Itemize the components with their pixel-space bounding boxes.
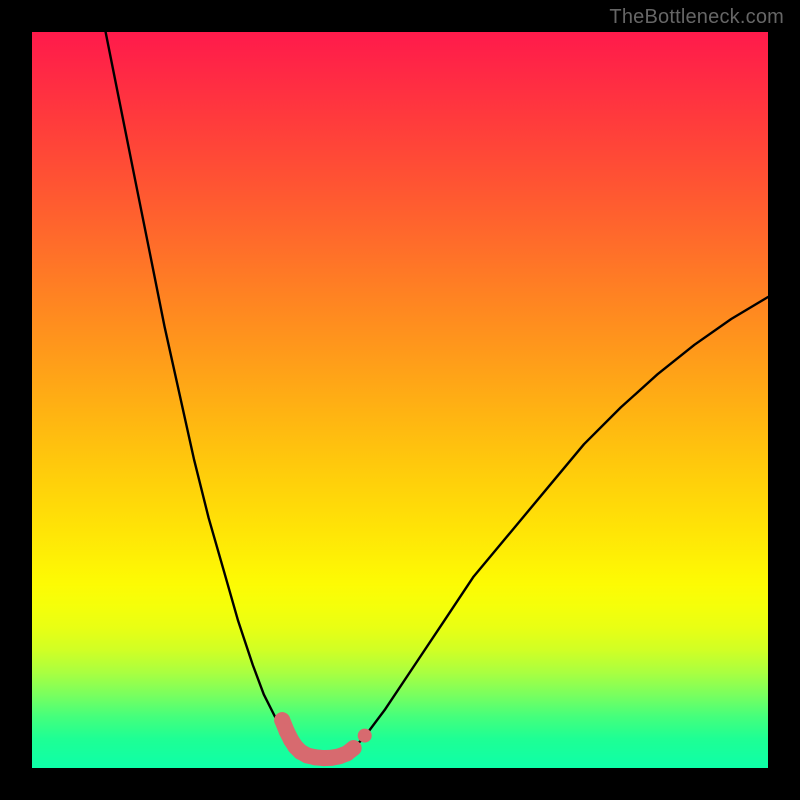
bottleneck-curve [32,32,768,768]
watermark-text: TheBottleneck.com [609,6,784,29]
plot-area [32,32,768,768]
curve-marker [358,729,372,743]
chart-frame: TheBottleneck.com [0,0,800,800]
curve-marker [346,740,362,756]
